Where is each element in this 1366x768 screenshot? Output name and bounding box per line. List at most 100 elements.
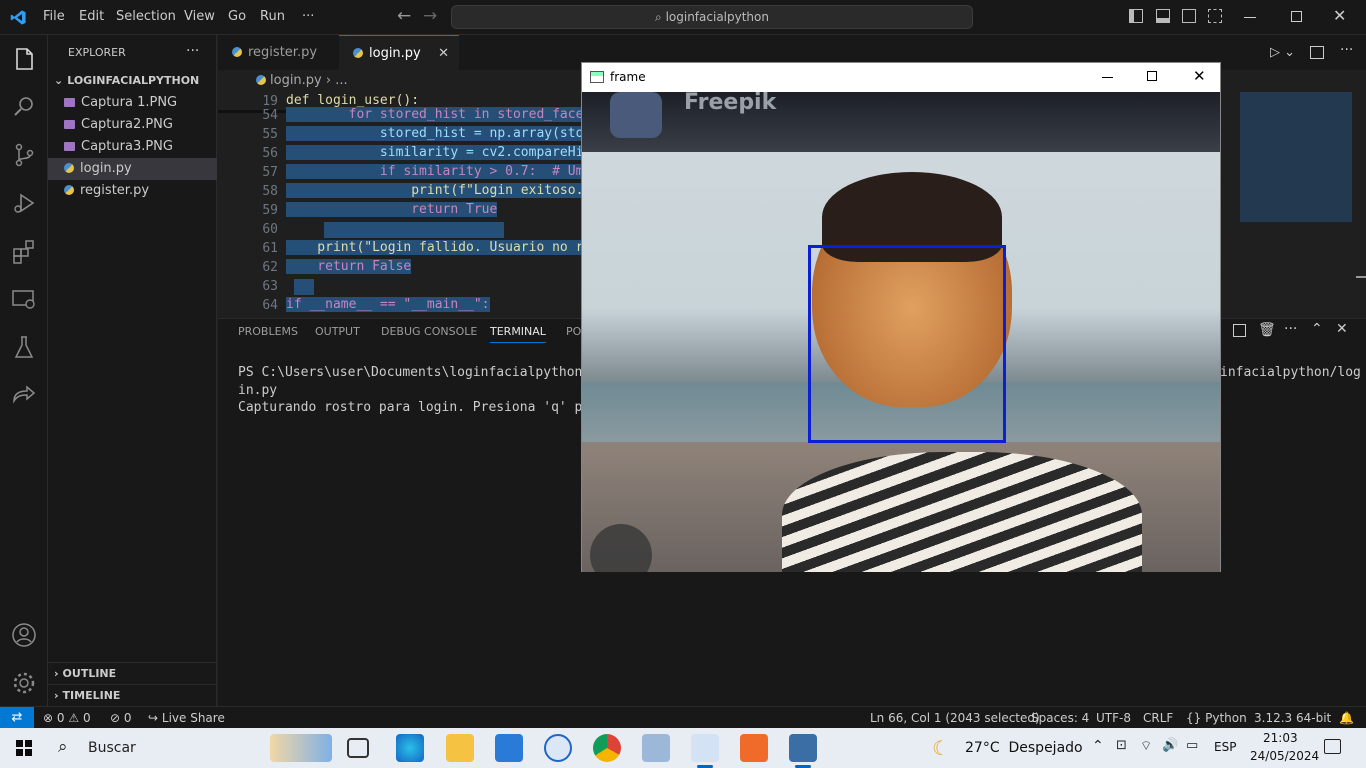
tab-output[interactable]: OUTPUT (315, 325, 360, 338)
menu-more[interactable]: ··· (302, 9, 314, 24)
mail-icon[interactable] (495, 734, 523, 762)
opencv-frame-window[interactable]: frame ✕ Freepik (581, 62, 1221, 572)
testing-icon[interactable] (10, 333, 38, 361)
tab-login-py[interactable]: login.py ✕ (339, 35, 459, 70)
menu-file[interactable]: File (43, 9, 65, 24)
toggle-panel-icon[interactable] (1156, 9, 1170, 23)
account-icon[interactable] (10, 621, 38, 649)
menu-view[interactable]: View (184, 9, 215, 24)
battery-icon[interactable]: ▭ (1186, 738, 1198, 753)
live-share-button[interactable]: ↪ Live Share (148, 711, 225, 725)
encoding[interactable]: UTF-8 (1096, 711, 1131, 725)
minimize-icon[interactable] (1244, 17, 1256, 18)
close-window-icon[interactable]: ✕ (1333, 6, 1346, 25)
file-explorer-icon[interactable] (446, 734, 474, 762)
ports-count[interactable]: ⊘ 0 (110, 711, 132, 725)
menu-edit[interactable]: Edit (79, 9, 104, 24)
tab-register-py[interactable]: register.py (218, 35, 338, 70)
tab-problems[interactable]: PROBLEMS (238, 325, 298, 338)
indentation[interactable]: Spaces: 4 (1031, 711, 1089, 725)
tray-app-icon[interactable]: ⊡ (1116, 738, 1127, 753)
python-taskbar-icon[interactable] (789, 734, 817, 762)
file-item[interactable]: register.py (48, 180, 217, 202)
tab-debug-console[interactable]: DEBUG CONSOLE (381, 325, 477, 338)
run-python-icon[interactable]: ▷ ⌄ (1270, 45, 1295, 60)
customize-layout-icon[interactable] (1208, 9, 1222, 23)
minimize-icon[interactable] (1102, 77, 1113, 78)
clock-date[interactable]: 24/05/2024 (1250, 749, 1319, 763)
remote-explorer-icon[interactable] (10, 285, 38, 313)
wifi-icon[interactable]: ⌔ (1140, 738, 1152, 754)
folder-header[interactable]: ⌄ LOGINFACIALPYTHON (48, 70, 217, 92)
split-editor-icon[interactable] (1310, 46, 1324, 59)
editor-more-icon[interactable]: ··· (1340, 42, 1353, 58)
explorer-icon[interactable] (10, 45, 38, 73)
line-number: 63 (262, 279, 278, 294)
file-item-selected[interactable]: login.py (48, 158, 217, 180)
minimap[interactable] (1240, 92, 1352, 222)
activity-bar (0, 35, 48, 706)
volume-icon[interactable]: 🔊 (1162, 738, 1178, 753)
menu-selection[interactable]: Selection (116, 9, 176, 24)
tab-terminal[interactable]: TERMINAL (490, 325, 546, 343)
live-share-icon[interactable] (10, 381, 38, 409)
file-item[interactable]: Captura2.PNG (48, 114, 217, 136)
chrome-icon[interactable] (593, 734, 621, 762)
code-line: similarity = cv2.compareHi (286, 145, 584, 160)
timeline-section[interactable]: › TIMELINE (48, 684, 217, 706)
panel-more-icon[interactable]: ··· (1284, 321, 1297, 337)
close-icon[interactable]: ✕ (1193, 67, 1206, 85)
cursor-position[interactable]: Ln 66, Col 1 (2043 selected) (870, 711, 1040, 725)
manage-gear-icon[interactable] (10, 669, 38, 697)
language-mode[interactable]: {} Python (1186, 711, 1247, 725)
python-interpreter[interactable]: 3.12.3 64-bit (1254, 711, 1331, 725)
input-language[interactable]: ESP (1214, 740, 1236, 754)
xampp-icon[interactable] (740, 734, 768, 762)
app-icon[interactable] (544, 734, 572, 762)
search-icon[interactable] (10, 93, 38, 121)
file-item[interactable]: Captura3.PNG (48, 136, 217, 158)
scrollbar-thumb[interactable] (1356, 276, 1366, 278)
app-icon[interactable] (642, 734, 670, 762)
show-hidden-icons-icon[interactable]: ⌃ (1092, 738, 1104, 754)
windows-start-icon[interactable] (16, 740, 32, 756)
code-line: if __name__ == "__main__": (286, 297, 490, 312)
braces-icon: {} (1186, 711, 1202, 725)
menu-go[interactable]: Go (228, 9, 246, 24)
trash-icon[interactable]: 🗑 (1258, 322, 1276, 338)
toggle-secondary-sidebar-icon[interactable] (1182, 9, 1196, 23)
extensions-icon[interactable] (10, 237, 38, 265)
remote-indicator-icon[interactable]: ⇄ (0, 707, 34, 729)
moon-weather-icon[interactable]: ☾ (932, 736, 950, 760)
line-ending[interactable]: CRLF (1143, 711, 1173, 725)
notification-center-icon[interactable] (1324, 739, 1341, 754)
split-terminal-icon[interactable] (1233, 324, 1246, 337)
weather-text[interactable]: 27°C Despejado (965, 740, 1083, 756)
explorer-more-icon[interactable]: ··· (186, 43, 199, 59)
restore-icon[interactable] (1291, 11, 1302, 22)
taskbar-search-box[interactable]: ⌕ Buscar (48, 732, 338, 764)
file-item[interactable]: Captura 1.PNG (48, 92, 217, 114)
task-view-icon[interactable] (347, 738, 369, 758)
frame-title-bar[interactable]: frame ✕ (582, 63, 1220, 92)
vscode-taskbar-icon[interactable] (691, 734, 719, 762)
command-center-search[interactable]: ⌕ loginfacialpython (451, 5, 973, 29)
tab-ports[interactable]: PO (566, 325, 581, 338)
notifications-bell-icon[interactable]: 🔔 (1339, 711, 1354, 725)
close-tab-icon[interactable]: ✕ (438, 36, 449, 71)
close-panel-icon[interactable]: ✕ (1336, 321, 1348, 337)
toggle-sidebar-icon[interactable] (1129, 9, 1143, 23)
forward-arrow-icon[interactable]: → (423, 6, 437, 26)
outline-section[interactable]: › OUTLINE (48, 662, 217, 684)
run-debug-icon[interactable] (10, 189, 38, 217)
maximize-icon[interactable] (1147, 71, 1157, 81)
edge-browser-icon[interactable] (396, 734, 424, 762)
back-arrow-icon[interactable]: ← (397, 6, 411, 26)
problems-count[interactable]: ⊗ 0 ⚠ 0 (43, 711, 91, 725)
chevron-right-icon: › (54, 667, 59, 680)
source-control-icon[interactable] (10, 141, 38, 169)
clock-time[interactable]: 21:03 (1263, 731, 1298, 745)
search-highlight-image (270, 734, 332, 762)
menu-run[interactable]: Run (260, 9, 285, 24)
maximize-panel-icon[interactable]: ⌃ (1311, 321, 1323, 337)
